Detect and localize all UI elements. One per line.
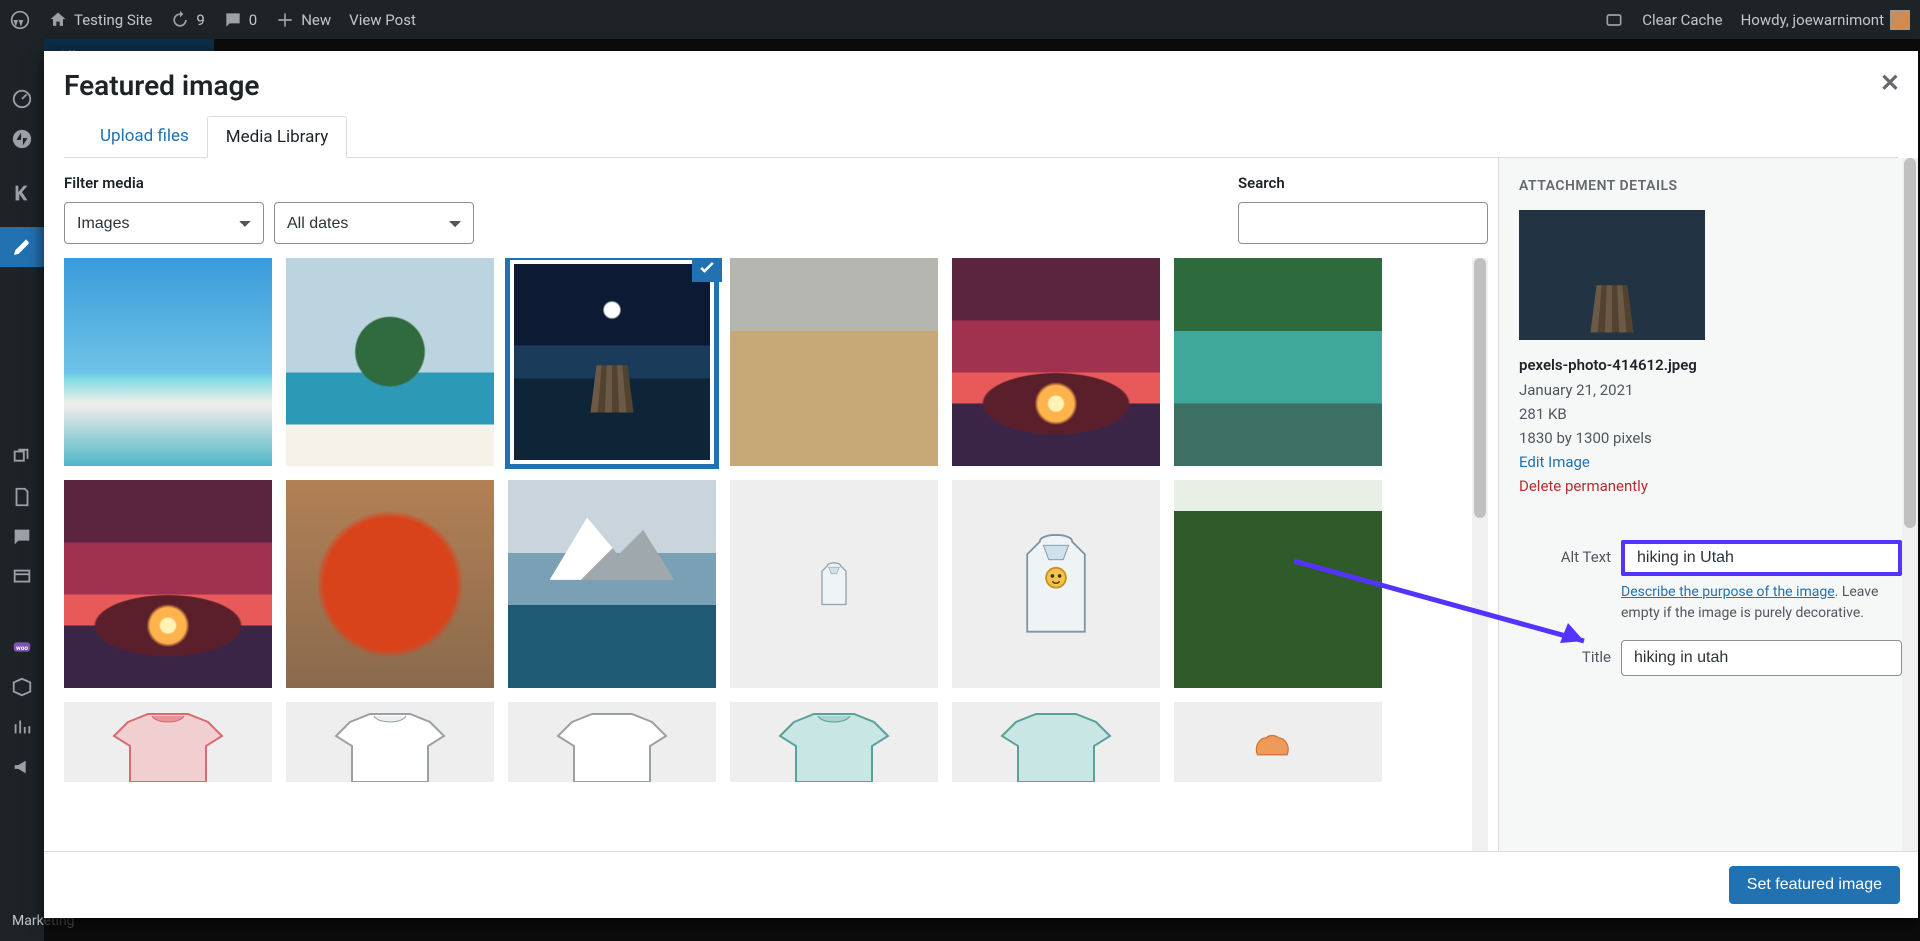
- attachment-size: 281 KB: [1519, 402, 1902, 426]
- filter-type-select[interactable]: Images: [64, 202, 264, 244]
- media-thumb[interactable]: [286, 702, 494, 782]
- woocommerce-icon[interactable]: woo: [0, 627, 44, 667]
- media-thumb[interactable]: [730, 258, 938, 466]
- title-input[interactable]: [1621, 640, 1902, 676]
- media-thumb-selected[interactable]: [508, 258, 716, 466]
- svg-text:woo: woo: [16, 644, 28, 652]
- tab-upload-files[interactable]: Upload files: [82, 116, 207, 157]
- delete-permanently-link[interactable]: Delete permanently: [1519, 477, 1648, 495]
- dashboard-icon[interactable]: [0, 79, 44, 119]
- media-thumb[interactable]: [64, 258, 272, 466]
- title-label: Title: [1519, 640, 1611, 666]
- alt-describe-link[interactable]: Describe the purpose of the image: [1621, 584, 1835, 600]
- close-icon[interactable]: ✕: [1880, 69, 1900, 97]
- media-thumb[interactable]: [952, 480, 1160, 688]
- set-featured-image-button[interactable]: Set featured image: [1729, 866, 1900, 904]
- media-thumb[interactable]: [286, 258, 494, 466]
- modal-tabs: Upload files Media Library: [64, 116, 1898, 158]
- tab-media-library[interactable]: Media Library: [207, 116, 348, 158]
- media-thumb[interactable]: [1174, 702, 1382, 782]
- media-thumb[interactable]: [508, 702, 716, 782]
- wp-logo-icon[interactable]: [10, 10, 30, 30]
- analytics-icon[interactable]: [0, 707, 44, 747]
- search-label: Search: [1238, 174, 1488, 192]
- attachment-filename: pexels-photo-414612.jpeg: [1519, 356, 1902, 374]
- pages-icon[interactable]: [0, 477, 44, 517]
- media-grid: [64, 258, 1488, 782]
- alt-text-input[interactable]: [1621, 540, 1902, 576]
- clear-cache-link[interactable]: Clear Cache: [1642, 11, 1722, 29]
- products-icon[interactable]: [0, 667, 44, 707]
- comments-link[interactable]: 0: [223, 10, 257, 30]
- media-thumb[interactable]: [730, 702, 938, 782]
- media-thumb[interactable]: [952, 702, 1160, 782]
- media-thumb[interactable]: [508, 480, 716, 688]
- updates-link[interactable]: 9: [170, 10, 204, 30]
- admin-sidebar: woo Marketing: [0, 39, 44, 941]
- check-icon[interactable]: [692, 258, 722, 282]
- media-icon[interactable]: [0, 437, 44, 477]
- kinsta-icon[interactable]: [0, 173, 44, 213]
- filter-media-label: Filter media: [64, 174, 474, 192]
- alt-text-description: Describe the purpose of the image. Leave…: [1621, 582, 1902, 624]
- attachment-details-panel: ATTACHMENT DETAILS pexels-photo-414612.j…: [1498, 158, 1918, 851]
- media-thumb[interactable]: [1174, 480, 1382, 688]
- alt-text-label: Alt Text: [1519, 540, 1611, 566]
- feedback-icon[interactable]: [0, 557, 44, 597]
- sidepanel-scrollbar[interactable]: [1902, 158, 1918, 851]
- filter-date-select[interactable]: All dates: [274, 202, 474, 244]
- jetpack-icon[interactable]: [0, 119, 44, 159]
- attachment-date: January 21, 2021: [1519, 378, 1902, 402]
- media-thumb[interactable]: [64, 480, 272, 688]
- edit-image-link[interactable]: Edit Image: [1519, 453, 1590, 471]
- account-link[interactable]: Howdy, joewarnimont: [1741, 10, 1910, 30]
- attachment-preview: [1519, 210, 1705, 340]
- search-input[interactable]: [1238, 202, 1488, 244]
- media-thumb[interactable]: [730, 480, 938, 688]
- posts-icon[interactable]: [0, 227, 44, 267]
- media-thumb[interactable]: [952, 258, 1160, 466]
- modal-title: Featured image: [64, 69, 1898, 102]
- media-thumb[interactable]: [286, 480, 494, 688]
- avatar: [1890, 10, 1910, 30]
- view-post-link[interactable]: View Post: [349, 11, 416, 29]
- media-thumb[interactable]: [1174, 258, 1382, 466]
- marketing-icon[interactable]: [0, 747, 44, 787]
- attachment-details-heading: ATTACHMENT DETAILS: [1519, 178, 1902, 194]
- new-link[interactable]: New: [275, 10, 331, 30]
- comments-icon[interactable]: [0, 517, 44, 557]
- media-thumb[interactable]: [64, 702, 272, 782]
- grid-scrollbar[interactable]: [1472, 258, 1488, 851]
- admin-bar: Testing Site 9 0 New View Post Clear Cac…: [0, 0, 1920, 39]
- attachment-dimensions: 1830 by 1300 pixels: [1519, 426, 1902, 450]
- featured-image-modal: Featured image ✕ Upload files Media Libr…: [44, 51, 1918, 918]
- site-link[interactable]: Testing Site: [48, 10, 152, 30]
- notices-icon[interactable]: [1604, 10, 1624, 30]
